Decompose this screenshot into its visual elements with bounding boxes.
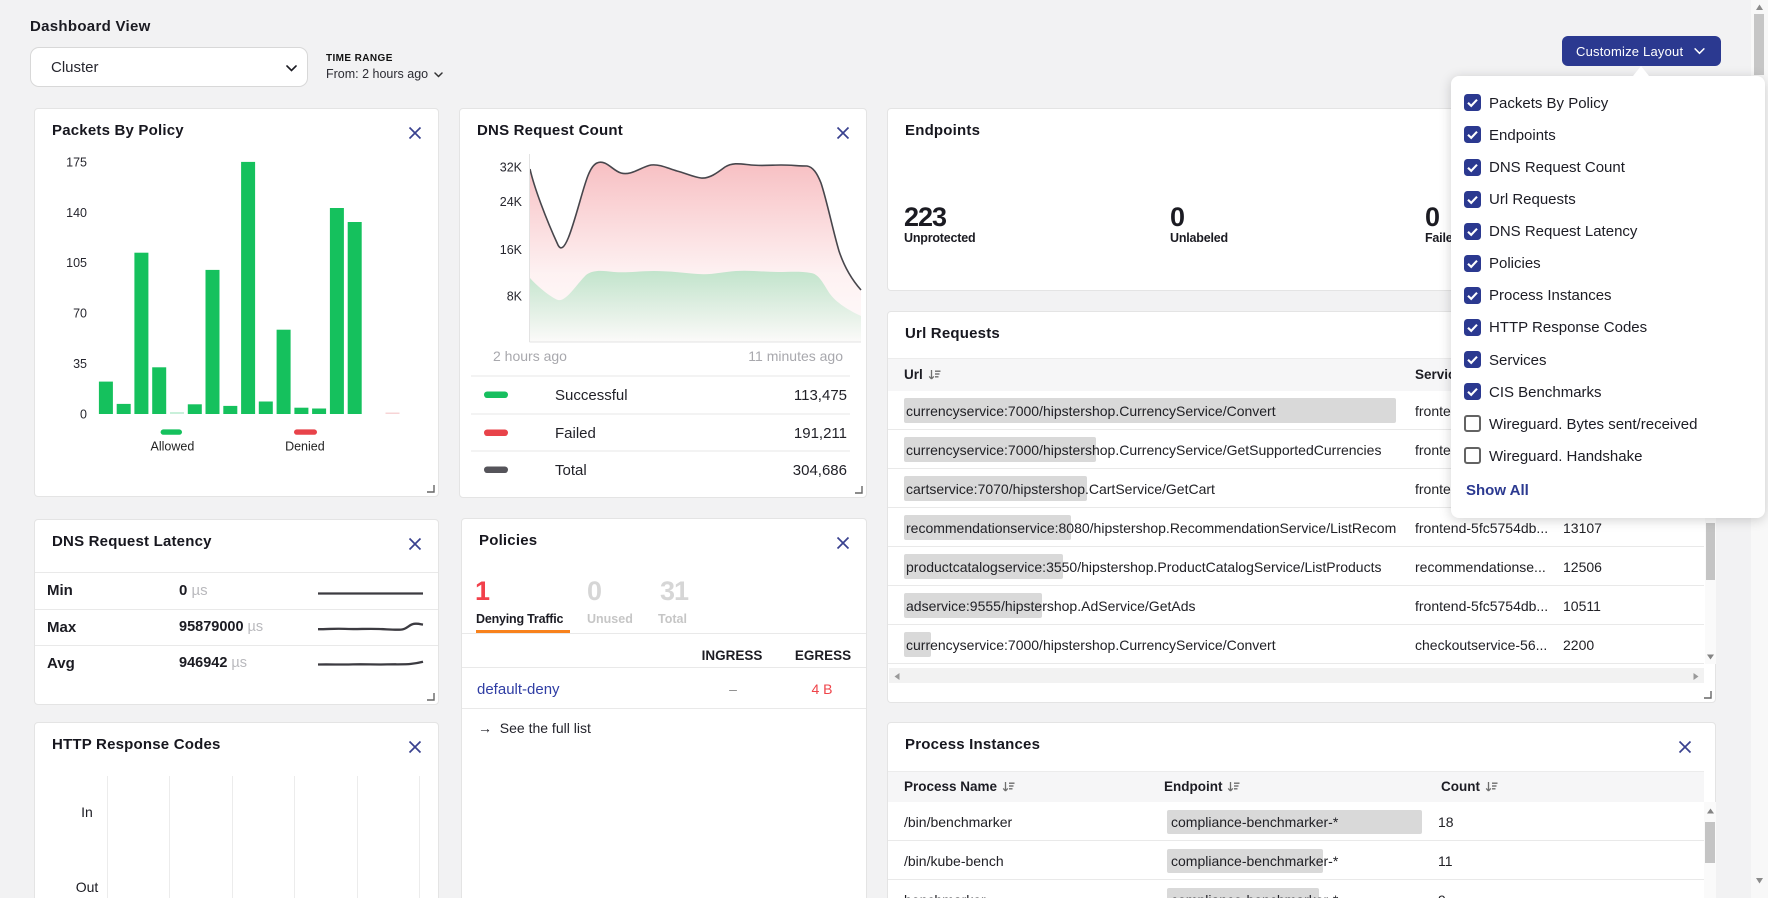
svg-text:2 hours ago: 2 hours ago [493,348,567,364]
svg-text:70: 70 [73,307,87,321]
svg-text:Total: Total [555,462,587,479]
svg-text:113,475: 113,475 [794,387,847,404]
svg-text:191,211: 191,211 [794,425,847,442]
svg-text:304,686: 304,686 [793,462,847,479]
svg-text:11 minutes ago: 11 minutes ago [748,348,843,364]
svg-text:16K: 16K [500,243,523,257]
svg-text:Denied: Denied [285,440,325,454]
svg-text:Allowed: Allowed [151,440,195,454]
svg-text:32K: 32K [500,161,523,175]
svg-text:0: 0 [80,408,87,422]
svg-text:Successful: Successful [555,387,628,404]
svg-text:140: 140 [66,206,87,220]
svg-text:8K: 8K [507,290,523,304]
svg-text:Failed: Failed [555,425,596,442]
svg-text:175: 175 [66,155,87,169]
svg-text:105: 105 [66,256,87,270]
svg-text:24K: 24K [500,195,523,209]
svg-text:35: 35 [73,357,87,371]
